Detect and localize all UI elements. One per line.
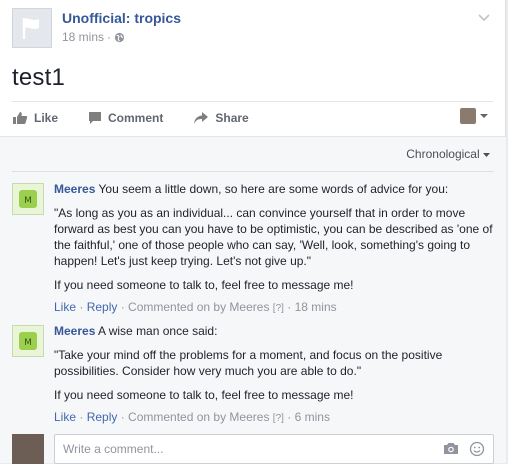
svg-text:M: M <box>24 338 32 348</box>
camera-icon[interactable] <box>443 441 459 455</box>
comment-label: Comment <box>108 111 164 125</box>
comment-body: Meeres A wise man once said: "Take your … <box>54 323 494 427</box>
comment-like-link[interactable]: Like <box>54 410 76 424</box>
avatar <box>460 108 476 124</box>
svg-text:M: M <box>24 196 32 206</box>
comment-lead-line: Meeres You seem a little down, so here a… <box>54 181 494 197</box>
comment-quote: "Take your mind off the problems for a m… <box>54 348 443 378</box>
comment-footer: Like · Reply · Commented on by Meeres [?… <box>54 300 337 314</box>
post-as-selector[interactable] <box>460 108 489 124</box>
help-link[interactable]: [?] <box>273 303 284 314</box>
comment-time[interactable]: 6 mins <box>295 410 330 424</box>
post-meta: 18 mins · <box>62 30 125 44</box>
comment-footer: Like · Reply · Commented on by Meeres [?… <box>54 410 330 424</box>
comment-quote: "As long as you as an individual... can … <box>54 206 493 268</box>
like-button[interactable]: Like <box>12 111 58 125</box>
share-button[interactable]: Share <box>193 111 249 125</box>
bot-logo-icon: M <box>19 190 37 208</box>
meta-separator: · <box>107 30 112 44</box>
comment-lead: You seem a little down, so here are some… <box>98 182 449 196</box>
emoji-icon[interactable] <box>469 441 485 457</box>
thumbs-up-icon <box>13 112 28 124</box>
share-label: Share <box>215 111 249 125</box>
chevron-down-icon[interactable] <box>477 12 491 22</box>
comment-reply-link[interactable]: Reply <box>87 410 118 424</box>
comment-author[interactable]: Meeres <box>54 324 95 338</box>
write-comment-row: Write a comment... <box>12 434 494 464</box>
comment-lead: A wise man once said: <box>98 324 218 338</box>
page-avatar[interactable] <box>12 8 52 48</box>
like-label: Like <box>34 111 59 125</box>
comments-section: Chronological M Meeres You seem a little… <box>0 136 506 464</box>
comment-closing: If you need someone to talk to, feel fre… <box>54 278 354 292</box>
comment-author[interactable]: Meeres <box>54 182 95 196</box>
comment-icon <box>89 112 102 124</box>
commented-on-by: Commented on by Meeres <box>128 410 270 424</box>
sort-dropdown[interactable]: Chronological <box>406 147 490 161</box>
comment-time[interactable]: 18 mins <box>295 300 337 314</box>
caret-down-icon <box>483 153 490 157</box>
help-link[interactable]: [?] <box>273 413 284 424</box>
comment-like-link[interactable]: Like <box>54 300 76 314</box>
divider <box>12 171 494 172</box>
divider <box>12 101 493 102</box>
action-bar: Like Comment Share <box>12 106 279 130</box>
globe-icon <box>114 32 125 42</box>
commenter-avatar[interactable]: M <box>12 183 44 215</box>
page-name[interactable]: Unofficial: tropics <box>62 10 181 26</box>
bot-logo-icon: M <box>19 332 37 350</box>
comment-input[interactable]: Write a comment... <box>54 434 494 464</box>
comment-body: Meeres You seem a little down, so here a… <box>54 181 494 317</box>
post-text: test1 <box>12 64 66 91</box>
comment-placeholder: Write a comment... <box>63 442 164 456</box>
post-card: Unofficial: tropics 18 mins · test1 Like <box>0 0 506 464</box>
share-icon <box>194 112 209 124</box>
sort-label: Chronological <box>406 147 480 161</box>
post-time[interactable]: 18 mins <box>62 30 104 44</box>
commented-on-by: Commented on by Meeres <box>128 300 270 314</box>
commenter-avatar[interactable]: M <box>12 325 44 357</box>
caret-down-icon <box>480 114 488 118</box>
comment-lead-line: Meeres A wise man once said: <box>54 323 494 339</box>
comment-reply-link[interactable]: Reply <box>87 300 118 314</box>
input-icons <box>443 441 485 457</box>
comment-closing: If you need someone to talk to, feel fre… <box>54 388 354 402</box>
avatar <box>12 434 44 464</box>
flag-icon <box>22 18 39 39</box>
comment-button[interactable]: Comment <box>88 111 163 125</box>
